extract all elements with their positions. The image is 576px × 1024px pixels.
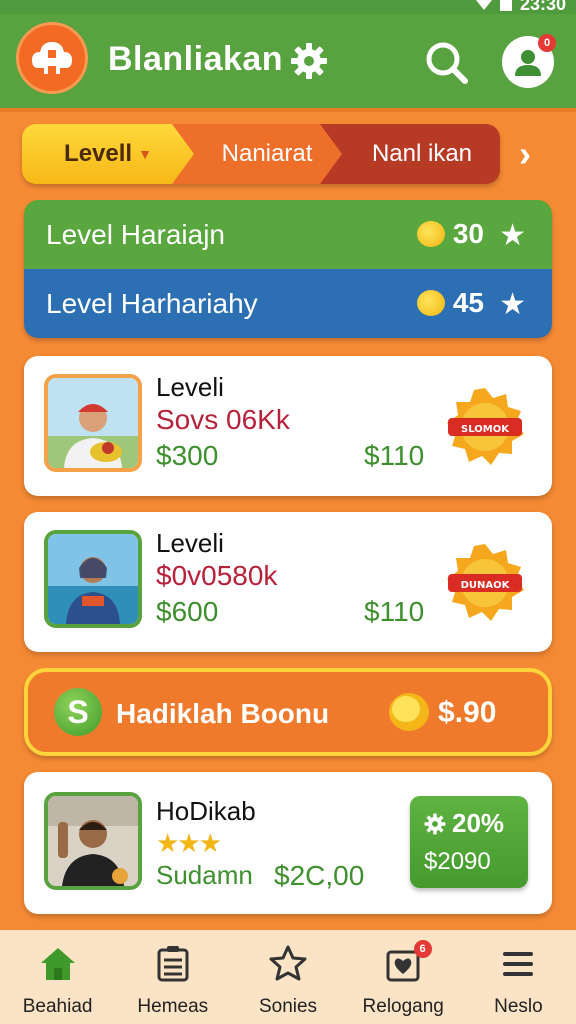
discount-amount: $2090 xyxy=(424,848,491,875)
level-label: Level Haraiajn xyxy=(46,218,225,250)
gear-icon xyxy=(424,813,446,834)
deal-code: Sovs 06Kk xyxy=(156,404,290,435)
deal-photo xyxy=(44,374,142,472)
status-bar: 23:30 xyxy=(0,0,576,14)
deal-price-secondary: $110 xyxy=(364,596,425,627)
chevron-down-icon: ▼ xyxy=(138,146,152,162)
bonus-label: Hadiklah Boonu xyxy=(116,698,330,729)
settings-gear-icon[interactable] xyxy=(290,42,328,80)
level-panel: Level Haraiajn 30 ★ Level Harhariahy 45 … xyxy=(24,200,552,338)
deal-card[interactable]: Leveli Sovs 06Kk $300 $110 SLOMOK xyxy=(24,356,552,496)
tab-naniarat[interactable]: Naniarat xyxy=(172,124,342,184)
reward-card[interactable]: HoDikab ★★★ Sudamn $2C,00 20% $2090 xyxy=(24,772,552,914)
level-value: 45 xyxy=(452,287,484,318)
wifi-icon xyxy=(475,0,492,10)
level-row[interactable]: Level Harhariahy 45 ★ xyxy=(24,269,552,338)
nav-label: Sonies xyxy=(258,996,318,1017)
reward-photo xyxy=(44,792,142,890)
deal-name: Leveli xyxy=(156,372,224,402)
deal-price: $300 xyxy=(156,440,219,471)
star-icon: ★ xyxy=(499,219,526,252)
nav-label: Relogang xyxy=(362,996,444,1017)
app-header: Blanliakan 0 xyxy=(0,14,576,112)
list-icon xyxy=(157,946,189,982)
coin-icon xyxy=(416,290,445,316)
nav-item-news[interactable]: Hemeas xyxy=(115,930,230,1024)
level-row[interactable]: Level Haraiajn 30 ★ xyxy=(24,200,552,269)
rating-stars: ★★★ xyxy=(156,828,222,858)
sale-badge-icon[interactable]: DUNAOK xyxy=(444,542,526,624)
nav-item-menu[interactable]: Neslo xyxy=(461,930,576,1024)
deal-code: $0v0580k xyxy=(156,560,278,591)
nav-label: Neslo xyxy=(494,996,543,1017)
bonus-banner[interactable]: S Hadiklah Boonu $.90 xyxy=(24,668,552,756)
nav-item-stories[interactable]: Sonies xyxy=(230,930,345,1024)
battery-icon xyxy=(499,0,512,11)
home-icon xyxy=(40,948,75,980)
sale-badge-icon[interactable]: SLOMOK xyxy=(444,386,526,468)
menu-icon xyxy=(503,952,534,976)
deal-name: Leveli xyxy=(156,528,224,558)
notification-badge: 0 xyxy=(538,34,556,52)
bottom-nav: Beahiad Hemeas Sonies 6 Relogang Neslo xyxy=(0,930,576,1024)
chevron-right-icon[interactable]: › xyxy=(508,136,542,172)
notification-badge: 6 xyxy=(413,940,432,958)
reward-sub: Sudamn xyxy=(156,860,253,890)
star-house-icon xyxy=(269,945,307,981)
user-icon xyxy=(515,50,541,76)
deal-price-secondary: $110 xyxy=(364,440,425,471)
discount-percent: 20% xyxy=(452,808,505,838)
app-logo-icon xyxy=(16,22,88,94)
coin-icon xyxy=(416,221,445,247)
profile-button[interactable]: 0 xyxy=(502,34,556,88)
discount-button[interactable]: 20% $2090 xyxy=(410,796,528,888)
tab-bar: Levell ▼ Naniarat Nanl ikan xyxy=(22,124,500,184)
badge-label: SLOMOK xyxy=(461,424,510,435)
level-label: Level Harhariahy xyxy=(46,287,258,319)
deal-price: $600 xyxy=(156,596,219,627)
badge-label: DUNAOK xyxy=(461,580,511,591)
dollar-coin-icon: S xyxy=(54,688,102,736)
coin-icon xyxy=(389,693,429,731)
tab-label: Levell xyxy=(64,140,133,167)
nav-item-home[interactable]: Beahiad xyxy=(0,930,115,1024)
app-title: Blanliakan xyxy=(108,40,284,78)
reward-amount: $2C,00 xyxy=(274,860,365,891)
tab-level[interactable]: Levell ▼ xyxy=(22,124,194,184)
deal-photo xyxy=(44,530,142,628)
deal-card[interactable]: Leveli $0v0580k $600 $110 DUNAOK xyxy=(24,512,552,652)
reward-name: HoDikab xyxy=(156,796,256,826)
level-value: 30 xyxy=(452,218,484,249)
status-time: 23:30 xyxy=(519,0,566,14)
nav-label: Hemeas xyxy=(137,996,209,1017)
tab-label: Naniarat xyxy=(221,140,313,167)
search-icon[interactable] xyxy=(422,38,470,86)
tab-nanlikan[interactable]: Nanl ikan xyxy=(320,124,500,184)
tab-label: Nanl ikan xyxy=(371,140,473,167)
nav-item-rewards[interactable]: 6 Relogang xyxy=(346,930,461,1024)
star-icon: ★ xyxy=(499,288,526,321)
nav-label: Beahiad xyxy=(22,996,93,1017)
bonus-value: $.90 xyxy=(438,696,497,729)
